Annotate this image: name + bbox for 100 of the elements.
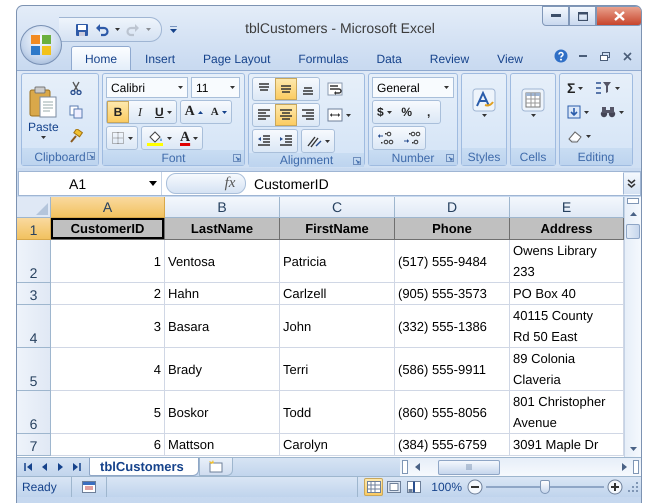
table-cell: Carolyn: [280, 434, 395, 456]
borders-icon: [111, 131, 125, 145]
left-arrow-icon: [414, 463, 420, 471]
customize-icon: [170, 26, 176, 32]
font-style-button[interactable]: I: [129, 101, 151, 123]
maximize-button[interactable]: [569, 6, 596, 26]
font-style-button[interactable]: B: [107, 101, 129, 123]
vertical-scrollbar[interactable]: [624, 197, 641, 457]
row-header[interactable]: 7: [17, 434, 51, 456]
insert-sheet-button[interactable]: [198, 458, 233, 476]
close-button[interactable]: [596, 6, 641, 26]
caret-icon: [530, 114, 536, 117]
align-button[interactable]: [275, 78, 297, 100]
new-sheet-icon: [206, 460, 225, 474]
dialog-launcher-icon[interactable]: [353, 157, 361, 165]
zoom-in-button[interactable]: [606, 478, 624, 496]
scroll-thumb[interactable]: [626, 224, 640, 239]
zoom-level[interactable]: 100%: [423, 480, 466, 494]
caret-icon: [619, 110, 624, 114]
layout-view-button[interactable]: [384, 478, 404, 496]
ribbon-tab[interactable]: Insert: [131, 46, 190, 70]
office-button[interactable]: [20, 25, 62, 65]
sheet-tab[interactable]: tblCustomers: [89, 458, 199, 476]
shrink-font-button[interactable]: A: [206, 101, 231, 123]
horizontal-scrollbar[interactable]: [400, 458, 641, 476]
row-header[interactable]: 4: [17, 305, 51, 348]
dialog-launcher-icon[interactable]: [87, 152, 95, 160]
font-name-field[interactable]: Calibri: [106, 77, 188, 98]
minimize-button[interactable]: [542, 6, 569, 26]
ribbon-tab[interactable]: Formulas: [284, 46, 362, 70]
dialog-launcher-icon[interactable]: [446, 154, 454, 162]
dialog-launcher-icon[interactable]: [233, 154, 241, 162]
resize-grip-icon[interactable]: [628, 482, 638, 492]
ribbon-tab[interactable]: View: [483, 46, 537, 70]
normal-view-button[interactable]: [364, 478, 384, 496]
font-color-button[interactable]: A: [176, 127, 202, 149]
close-icon: [614, 11, 624, 21]
column-header[interactable]: A: [51, 197, 165, 218]
table-cell: (332) 555-1386: [395, 305, 510, 348]
split-box[interactable]: [402, 460, 408, 474]
zoom-out-button[interactable]: [466, 478, 484, 496]
increase-indent-icon: [279, 134, 293, 148]
row-header[interactable]: 5: [17, 348, 51, 391]
table-cell: John: [280, 305, 395, 348]
align-center-icon: [279, 108, 293, 122]
split-box[interactable]: [627, 198, 639, 204]
table-cell: Phone: [395, 218, 510, 240]
scissors-icon: [68, 81, 83, 95]
caret-icon: [40, 136, 46, 139]
group-label: Number: [392, 150, 434, 164]
save-icon: [75, 22, 89, 36]
column-header[interactable]: C: [280, 197, 395, 218]
row-header[interactable]: 6: [17, 391, 51, 434]
corner-triangle-icon: [36, 203, 48, 215]
number-format-button[interactable]: $: [373, 101, 396, 123]
number-format-button[interactable]: %: [396, 101, 418, 123]
caret-icon: [193, 136, 198, 140]
right-arrow-icon: [622, 463, 626, 471]
caret-icon: [584, 110, 589, 114]
row-header[interactable]: 2: [17, 240, 51, 283]
slider-thumb[interactable]: [540, 480, 550, 494]
table-cell: Brady: [165, 348, 280, 391]
break-view-icon: [406, 481, 421, 493]
number-format-button[interactable]: ,: [418, 101, 440, 123]
table-cell: Boskor: [165, 391, 280, 434]
column-header[interactable]: E: [510, 197, 624, 218]
break-view-button[interactable]: [404, 478, 424, 496]
ribbon-tab[interactable]: Home: [71, 46, 132, 70]
autosum-button[interactable]: Σ: [563, 77, 588, 99]
caret-icon: [325, 140, 330, 142]
column-header[interactable]: B: [165, 197, 280, 218]
paste-button[interactable]: Paste: [25, 77, 62, 148]
row-header[interactable]: 1: [17, 218, 51, 240]
row-header[interactable]: 3: [17, 283, 51, 305]
styles-icon: [472, 88, 496, 112]
caret-icon: [586, 134, 591, 138]
scroll-thumb[interactable]: [438, 460, 500, 474]
table-cell: Todd: [280, 391, 395, 434]
caret-icon: [578, 86, 584, 90]
align-button[interactable]: [275, 104, 297, 126]
ribbon-tab[interactable]: Page Layout: [189, 46, 284, 70]
font-style-button[interactable]: U: [151, 101, 176, 123]
grow-font-button[interactable]: A: [180, 101, 207, 123]
customize-toolbar-button[interactable]: [168, 23, 178, 35]
ribbon-tab[interactable]: Data: [362, 46, 416, 70]
split-box[interactable]: [633, 460, 639, 474]
group-label: Alignment: [280, 153, 334, 167]
caret-icon: [386, 110, 392, 114]
table-cell: CustomerID: [51, 218, 165, 240]
number-format-field[interactable]: General: [372, 77, 454, 98]
group-label: Editing: [578, 150, 614, 164]
caret-icon: [230, 86, 235, 89]
group-label: Styles: [468, 150, 500, 164]
ribbon-tab[interactable]: Review: [416, 46, 484, 70]
cells-icon: [521, 88, 545, 112]
column-header[interactable]: D: [395, 197, 510, 218]
align-left-icon: [257, 108, 271, 122]
previous-sheet-arrow-icon: [40, 463, 48, 471]
minimize-icon: [579, 54, 587, 58]
font-size-field[interactable]: 11: [191, 77, 240, 98]
